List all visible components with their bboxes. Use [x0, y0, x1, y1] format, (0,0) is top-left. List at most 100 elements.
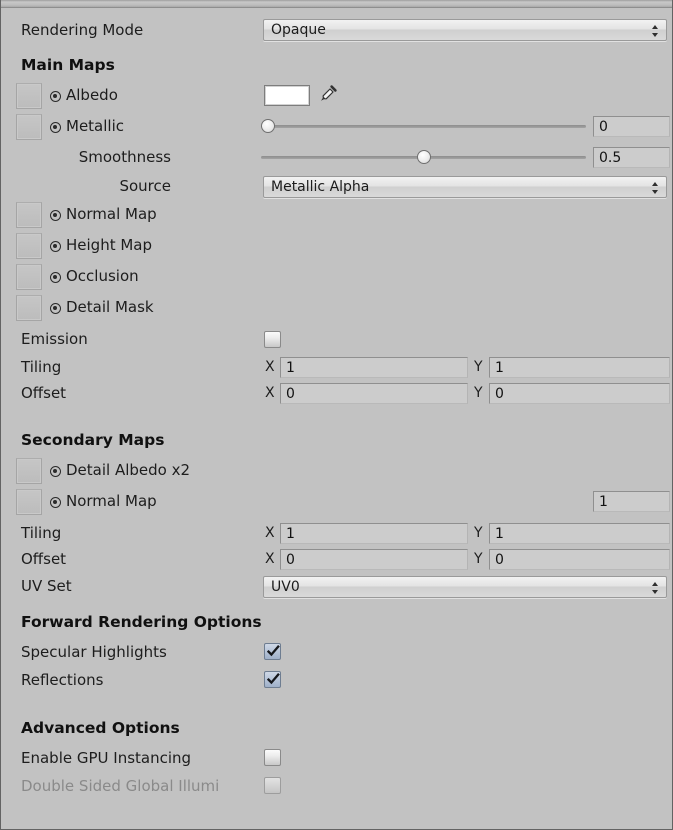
- main-tiling-y-field[interactable]: 1: [489, 357, 670, 378]
- detail-albedo-label: Detail Albedo x2: [66, 461, 191, 479]
- uv-set-dropdown[interactable]: UV0: [263, 576, 667, 598]
- specular-highlights-checkbox[interactable]: [264, 643, 281, 660]
- secondary-tiling-y-field[interactable]: 1: [489, 523, 670, 544]
- metallic-value: 0: [599, 119, 608, 135]
- panel-title-strip: [1, 0, 672, 8]
- double-sided-gi-row: Double Sided Global Illumi: [1, 773, 672, 801]
- secondary-tiling-label: Tiling: [21, 524, 62, 542]
- smoothness-value: 0.5: [599, 150, 622, 166]
- reflections-row: Reflections: [1, 667, 672, 695]
- check-icon: [266, 643, 280, 657]
- target-icon[interactable]: [50, 91, 61, 102]
- double-sided-gi-checkbox: [264, 777, 281, 794]
- target-icon[interactable]: [50, 241, 61, 252]
- emission-checkbox[interactable]: [264, 331, 281, 348]
- main-offset-y-value: 0: [495, 386, 504, 402]
- occlusion-texture-slot[interactable]: [16, 264, 42, 290]
- main-offset-y-field[interactable]: 0: [489, 383, 670, 404]
- specular-highlights-label: Specular Highlights: [21, 643, 167, 661]
- metallic-texture-slot[interactable]: [16, 114, 42, 140]
- secondary-offset-label: Offset: [21, 550, 67, 568]
- normal-map-label: Normal Map: [66, 205, 157, 223]
- secondary-offset-y-field[interactable]: 0: [489, 549, 670, 570]
- secondary-offset-x-field[interactable]: 0: [280, 549, 468, 570]
- rendering-mode-dropdown[interactable]: Opaque: [263, 19, 667, 41]
- target-icon[interactable]: [50, 122, 61, 133]
- main-tiling-row: Tiling X 1 Y 1: [1, 355, 672, 383]
- height-map-row: Height Map: [1, 232, 672, 260]
- chevron-updown-icon: [652, 582, 659, 594]
- gpu-instancing-checkbox[interactable]: [264, 749, 281, 766]
- secondary-normal-map-row: Normal Map 1: [1, 488, 672, 516]
- gpu-instancing-label: Enable GPU Instancing: [21, 749, 192, 767]
- main-tiling-x-field[interactable]: 1: [280, 357, 468, 378]
- normal-map-row: Normal Map: [1, 201, 672, 229]
- main-offset-x-axis-label: X: [265, 385, 275, 401]
- secondary-normal-map-texture-slot[interactable]: [16, 489, 42, 515]
- forward-rendering-section-header: Forward Rendering Options: [1, 608, 672, 636]
- main-maps-title: Main Maps: [21, 56, 115, 74]
- target-icon[interactable]: [50, 497, 61, 508]
- smoothness-label: Smoothness: [78, 148, 171, 166]
- secondary-maps-title: Secondary Maps: [21, 431, 165, 449]
- source-label: Source: [119, 177, 171, 195]
- height-map-label: Height Map: [66, 236, 153, 254]
- detail-albedo-texture-slot[interactable]: [16, 458, 42, 484]
- smoothness-slider[interactable]: [261, 149, 586, 165]
- main-tiling-y-axis-label: Y: [474, 359, 483, 375]
- smoothness-row: Smoothness 0.5: [1, 144, 672, 172]
- target-icon[interactable]: [50, 466, 61, 477]
- target-icon[interactable]: [50, 303, 61, 314]
- main-offset-y-axis-label: Y: [474, 385, 483, 401]
- albedo-color-swatch[interactable]: [264, 85, 310, 106]
- metallic-slider-thumb[interactable]: [261, 119, 275, 133]
- height-map-texture-slot[interactable]: [16, 233, 42, 259]
- secondary-maps-section-header: Secondary Maps: [1, 426, 672, 454]
- uv-set-label: UV Set: [21, 577, 72, 595]
- forward-rendering-title: Forward Rendering Options: [21, 613, 262, 631]
- gpu-instancing-row: Enable GPU Instancing: [1, 745, 672, 773]
- metallic-source-row: Source Metallic Alpha: [1, 173, 672, 201]
- secondary-normal-map-value-field[interactable]: 1: [593, 491, 670, 512]
- source-dropdown[interactable]: Metallic Alpha: [263, 176, 667, 198]
- rendering-mode-value: Opaque: [271, 22, 326, 38]
- detail-albedo-row: Detail Albedo x2: [1, 457, 672, 485]
- detail-mask-label: Detail Mask: [66, 298, 154, 316]
- uv-set-row: UV Set UV0: [1, 573, 672, 601]
- main-maps-section-header: Main Maps: [1, 51, 672, 79]
- target-icon[interactable]: [50, 210, 61, 221]
- double-sided-gi-label: Double Sided Global Illumi: [21, 777, 220, 795]
- secondary-tiling-row: Tiling X 1 Y 1: [1, 521, 672, 549]
- target-icon[interactable]: [50, 272, 61, 283]
- eyedropper-icon[interactable]: [318, 84, 338, 106]
- main-offset-row: Offset X 0 Y 0: [1, 381, 672, 409]
- rendering-mode-label: Rendering Mode: [21, 21, 144, 39]
- detail-mask-texture-slot[interactable]: [16, 295, 42, 321]
- metallic-slider[interactable]: [261, 118, 586, 134]
- rendering-mode-row: Rendering Mode Opaque: [1, 16, 672, 44]
- secondary-tiling-x-field[interactable]: 1: [280, 523, 468, 544]
- smoothness-value-field[interactable]: 0.5: [593, 147, 670, 168]
- occlusion-label: Occlusion: [66, 267, 139, 285]
- advanced-options-section-header: Advanced Options: [1, 714, 672, 742]
- main-tiling-label: Tiling: [21, 358, 62, 376]
- albedo-row: Albedo: [1, 82, 672, 110]
- uv-set-value: UV0: [271, 579, 300, 595]
- chevron-updown-icon: [652, 25, 659, 37]
- main-tiling-x-value: 1: [286, 360, 295, 376]
- material-inspector-panel: Rendering Mode Opaque Main Maps Albedo M…: [0, 0, 673, 830]
- secondary-offset-row: Offset X 0 Y 0: [1, 547, 672, 575]
- reflections-checkbox[interactable]: [264, 671, 281, 688]
- check-icon: [266, 671, 280, 685]
- albedo-texture-slot[interactable]: [16, 83, 42, 109]
- secondary-tiling-y-axis-label: Y: [474, 525, 483, 541]
- metallic-slider-track: [261, 125, 586, 128]
- main-offset-x-field[interactable]: 0: [280, 383, 468, 404]
- specular-highlights-row: Specular Highlights: [1, 639, 672, 667]
- detail-mask-row: Detail Mask: [1, 294, 672, 322]
- occlusion-row: Occlusion: [1, 263, 672, 291]
- normal-map-texture-slot[interactable]: [16, 202, 42, 228]
- metallic-value-field[interactable]: 0: [593, 116, 670, 137]
- secondary-offset-x-value: 0: [286, 552, 295, 568]
- smoothness-slider-thumb[interactable]: [416, 150, 431, 164]
